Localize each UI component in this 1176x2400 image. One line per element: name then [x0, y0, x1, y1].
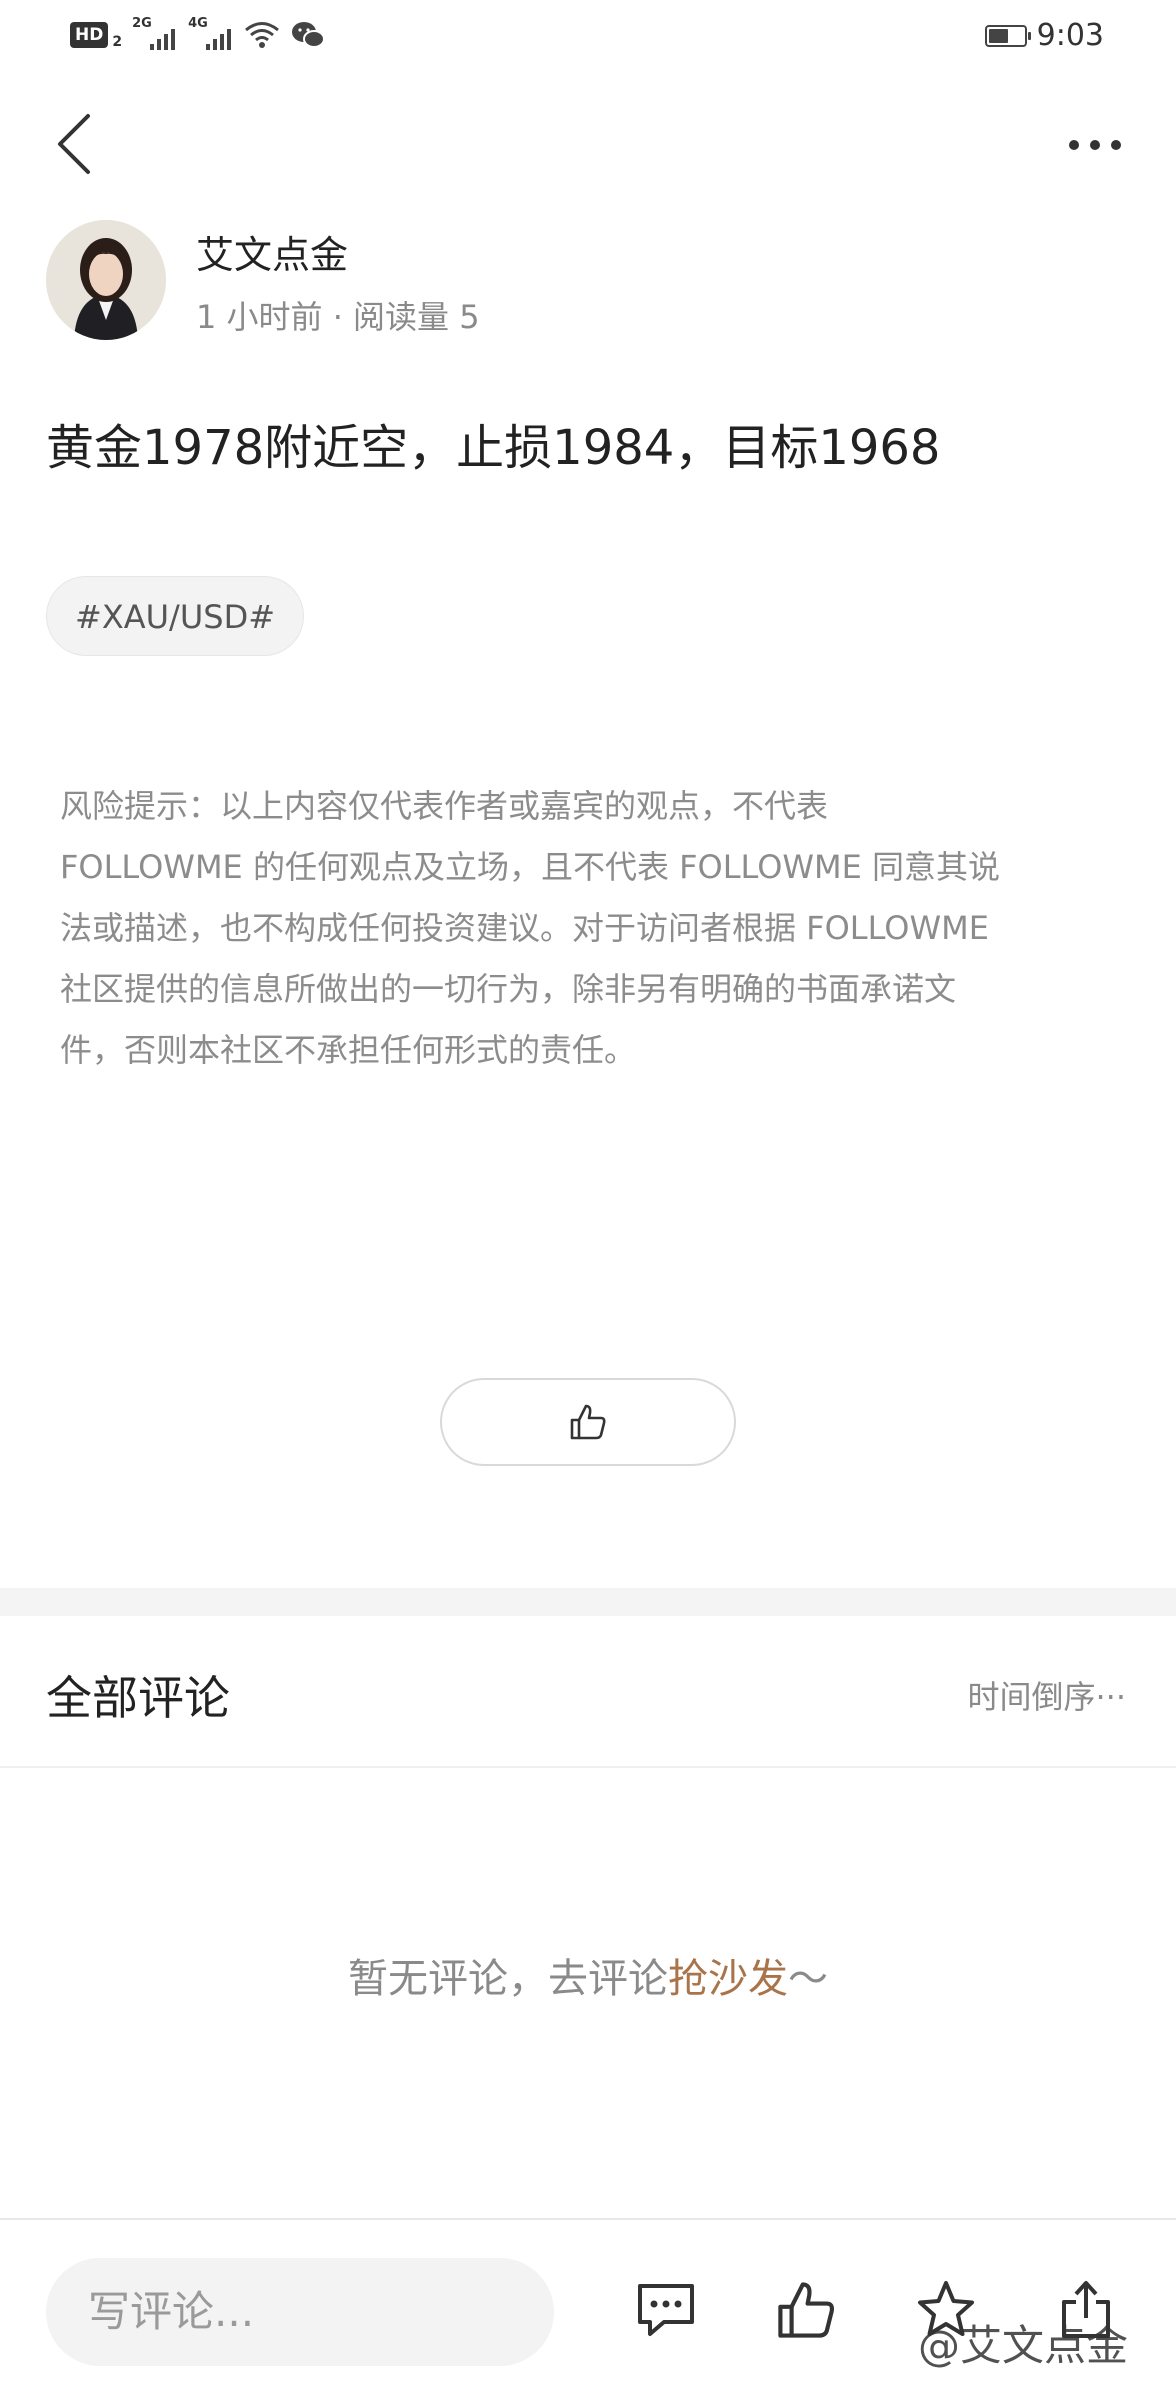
divider: [0, 1766, 1176, 1768]
comment-button[interactable]: [626, 2268, 706, 2352]
post-text: 黄金1978附近空，止损1984，目标1968: [46, 420, 941, 476]
watermark-text: @艾文点金: [918, 2321, 1129, 2370]
sort-order-label: 时间倒序: [967, 1678, 1096, 1716]
empty-comments-text: 暂无评论，去评论: [348, 1956, 668, 2002]
comment-icon: [638, 2284, 694, 2336]
disclaimer-line: 件，否则本社区不承担任何形式的责任。: [60, 1031, 637, 1069]
more-horizontal-icon: ···: [1095, 1678, 1126, 1716]
thumbs-up-icon: [778, 2282, 834, 2338]
watermark: @艾文点金: [918, 2312, 1128, 2373]
empty-comments-suffix: ～: [788, 1956, 828, 2002]
like-button[interactable]: [440, 1378, 736, 1466]
bottom-bar-divider: [0, 2218, 1176, 2220]
sort-order-button[interactable]: 时间倒序···: [967, 1672, 1126, 1718]
disclaimer-line: FOLLOWME 的任何观点及立场，且不代表 FOLLOWME 同意其说: [60, 848, 1001, 886]
status-bar: HD 2 2G 4G 9:03: [0, 0, 1176, 70]
status-time: 9:03: [1036, 18, 1104, 53]
thumbs-up-icon: [570, 1404, 606, 1440]
wifi-icon: [245, 22, 280, 48]
disclaimer-line: 法或描述，也不构成任何投资建议。对于访问者根据 FOLLOWME: [60, 909, 989, 947]
post-meta: 1 小时前 · 阅读量 5: [196, 298, 480, 336]
more-options-button[interactable]: [1060, 120, 1130, 170]
hd-badge: HD: [70, 22, 109, 48]
author-name[interactable]: 艾文点金: [196, 224, 348, 279]
signal-icon: 4G: [188, 16, 234, 52]
first-comment-link[interactable]: 抢沙发: [668, 1956, 788, 2002]
comments-title: 全部评论: [46, 1671, 230, 1725]
network-type-label: 2G: [132, 16, 152, 31]
comment-input[interactable]: 写评论...: [46, 2258, 554, 2366]
like-post-button[interactable]: [766, 2268, 846, 2352]
empty-comments-message: 暂无评论，去评论抢沙发～: [0, 1946, 1176, 2004]
status-icons-left: HD 2 2G 4G: [70, 16, 326, 52]
disclaimer-line: 社区提供的信息所做出的一切行为，除非另有明确的书面承诺文: [60, 970, 957, 1008]
signal-icon: 2G: [132, 16, 178, 52]
battery-icon: [984, 24, 1031, 47]
avatar-image: [46, 220, 166, 340]
risk-disclaimer: 风险提示：以上内容仅代表作者或嘉宾的观点，不代表 FOLLOWME 的任何观点及…: [60, 776, 1100, 1081]
topic-tag[interactable]: #XAU/USD#: [46, 576, 305, 656]
status-icons-right: 9:03: [984, 18, 1104, 53]
author-avatar[interactable]: [46, 220, 166, 340]
network-type-label: 4G: [188, 16, 208, 31]
more-horizontal-icon: [1069, 140, 1121, 150]
disclaimer-line: 风险提示：以上内容仅代表作者或嘉宾的观点，不代表: [60, 787, 829, 825]
back-button[interactable]: [44, 108, 104, 178]
section-divider: [0, 1588, 1176, 1616]
wechat-icon: [292, 22, 326, 48]
chevron-left-icon: [58, 114, 90, 174]
hd-sub-label: 2: [112, 34, 123, 50]
